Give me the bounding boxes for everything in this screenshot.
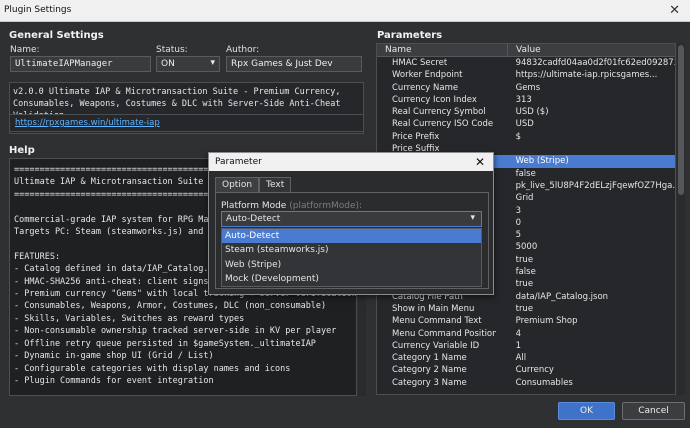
table-row[interactable]: Currency Variable ID 1	[377, 340, 675, 352]
status-select[interactable]: ON ▾	[156, 56, 220, 72]
platform-mode-key: (platformMode):	[289, 201, 363, 211]
table-row[interactable]: Price Prefix $	[377, 131, 675, 143]
param-name: Category 3 Name	[392, 377, 467, 388]
param-name: Real Currency Symbol	[392, 107, 486, 118]
table-row[interactable]: Menu Command Position 4	[377, 328, 675, 340]
param-name: Real Currency ISO Code	[392, 119, 494, 130]
tab-text[interactable]: Text	[259, 177, 292, 192]
dialog-titlebar: Parameter ✕	[209, 153, 493, 171]
url-box: https://rpxgames.win/ultimate-iap	[9, 114, 364, 132]
param-value: 1	[515, 340, 522, 351]
param-name: Currency Icon Index	[392, 94, 477, 105]
tab-option[interactable]: Option	[215, 177, 260, 192]
param-name: Show in Main Menu	[392, 303, 475, 314]
platform-mode-label-text: Platform Mode	[221, 201, 287, 211]
option-steam[interactable]: Steam (steamworks.js)	[222, 243, 481, 257]
param-name: Worker Endpoint	[392, 70, 463, 81]
status-value: ON	[161, 59, 175, 69]
ok-button[interactable]: OK	[558, 402, 615, 420]
table-row[interactable]: Category 1 Name All	[377, 352, 675, 364]
param-value: false	[515, 267, 536, 278]
parameters-title: Parameters	[377, 30, 443, 41]
param-value: 5	[515, 230, 522, 241]
option-web-stripe[interactable]: Web (Stripe)	[222, 258, 481, 272]
author-label: Author:	[226, 45, 260, 55]
param-value: All	[515, 353, 527, 364]
help-title: Help	[9, 145, 35, 156]
table-row[interactable]: Currency Icon Index 313	[377, 94, 675, 106]
param-value: Grid	[515, 193, 534, 204]
param-name: Menu Command Text	[392, 316, 482, 327]
general-settings-panel: General Settings Name: UltimateIAPManage…	[4, 27, 367, 142]
table-row[interactable]: Real Currency Symbol USD ($)	[377, 106, 675, 118]
param-value: USD	[515, 119, 534, 130]
name-label: Name:	[10, 45, 40, 55]
platform-mode-selected: Auto-Detect	[226, 214, 281, 224]
author-field[interactable]: Rpx Games & Just Dev	[226, 56, 362, 72]
param-value: https://ultimate-iap.rpicsgames...	[515, 70, 658, 81]
param-value: Gems	[515, 82, 541, 93]
table-row[interactable]: Worker Endpoint https://ultimate-iap.rpic…	[377, 69, 675, 81]
param-value: 5000	[515, 242, 538, 253]
param-value: $	[515, 131, 522, 142]
plugin-url-link[interactable]: https://rpxgames.win/ultimate-iap	[15, 118, 160, 128]
chevron-down-icon: ▾	[210, 58, 215, 68]
param-value: 3	[515, 205, 522, 216]
param-value: false	[515, 168, 536, 179]
param-name: Currency Variable ID	[392, 340, 480, 351]
param-value: 313	[515, 94, 532, 105]
status-label: Status:	[156, 45, 188, 55]
table-row[interactable]: HMAC Secret 94832cadfd04aa0d2f01fc62ed092…	[377, 57, 675, 69]
param-value: true	[515, 303, 534, 314]
column-header-name[interactable]: Name	[377, 44, 508, 56]
general-settings-title: General Settings	[9, 30, 104, 41]
param-name: Category 2 Name	[392, 365, 467, 376]
platform-mode-select[interactable]: Auto-Detect ▾	[221, 211, 482, 227]
dialog-tabs: Option Text	[215, 177, 292, 192]
parameters-scroll-thumb[interactable]	[678, 45, 684, 195]
param-name: Category 1 Name	[392, 353, 467, 364]
option-mock[interactable]: Mock (Development)	[222, 272, 481, 286]
table-row[interactable]: Currency Name Gems	[377, 82, 675, 94]
param-name: Currency Name	[392, 82, 459, 93]
param-value: Currency	[515, 365, 554, 376]
table-row[interactable]: Real Currency ISO Code USD	[377, 118, 675, 130]
param-value: Web (Stripe)	[515, 156, 569, 167]
param-name: Menu Command Position	[392, 328, 496, 339]
param-value: data/IAP_Catalog.json	[515, 291, 609, 302]
table-row[interactable]: Category 2 Name Currency	[377, 364, 675, 376]
column-header-value[interactable]: Value	[508, 44, 549, 56]
param-value: pk_live_5lU8P4F2dELzjFqewfOZ7Hga...	[515, 180, 675, 191]
param-value: 0	[515, 217, 522, 228]
window-title: Plugin Settings	[4, 5, 72, 15]
param-value: 4	[515, 328, 522, 339]
window-titlebar: Plugin Settings ✕	[0, 0, 690, 22]
dialog-close-icon[interactable]: ✕	[475, 155, 485, 169]
param-value: true	[515, 279, 534, 290]
table-row[interactable]: Menu Command Text Premium Shop	[377, 315, 675, 327]
name-field[interactable]: UltimateIAPManager	[10, 56, 151, 72]
option-auto-detect[interactable]: Auto-Detect	[222, 229, 481, 244]
table-row[interactable]: Show in Main Menu true	[377, 303, 675, 315]
close-icon[interactable]: ✕	[669, 3, 680, 18]
dialog-title: Parameter	[215, 157, 262, 167]
chevron-down-icon: ▾	[470, 213, 475, 223]
param-name: HMAC Secret	[392, 58, 448, 68]
param-value: USD ($)	[515, 107, 549, 118]
cancel-button[interactable]: Cancel	[622, 402, 685, 420]
param-value: Consumables	[515, 377, 573, 388]
table-row[interactable]: Category 3 Name Consumables	[377, 377, 675, 389]
param-name: Price Prefix	[392, 131, 440, 142]
parameter-dialog: Parameter ✕ Option Text Platform Mode (p…	[208, 152, 494, 295]
param-value	[496, 143, 675, 155]
param-value: true	[515, 254, 534, 265]
param-value: 94832cadfd04aa0d2f01fc62ed092873...	[515, 58, 675, 68]
parameters-header: Name Value	[377, 44, 675, 57]
platform-mode-label: Platform Mode (platformMode):	[221, 201, 362, 211]
parameters-scrollbar[interactable]	[677, 43, 685, 395]
param-value: Premium Shop	[515, 316, 578, 327]
platform-mode-options: Auto-Detect Steam (steamworks.js) Web (S…	[221, 228, 482, 288]
